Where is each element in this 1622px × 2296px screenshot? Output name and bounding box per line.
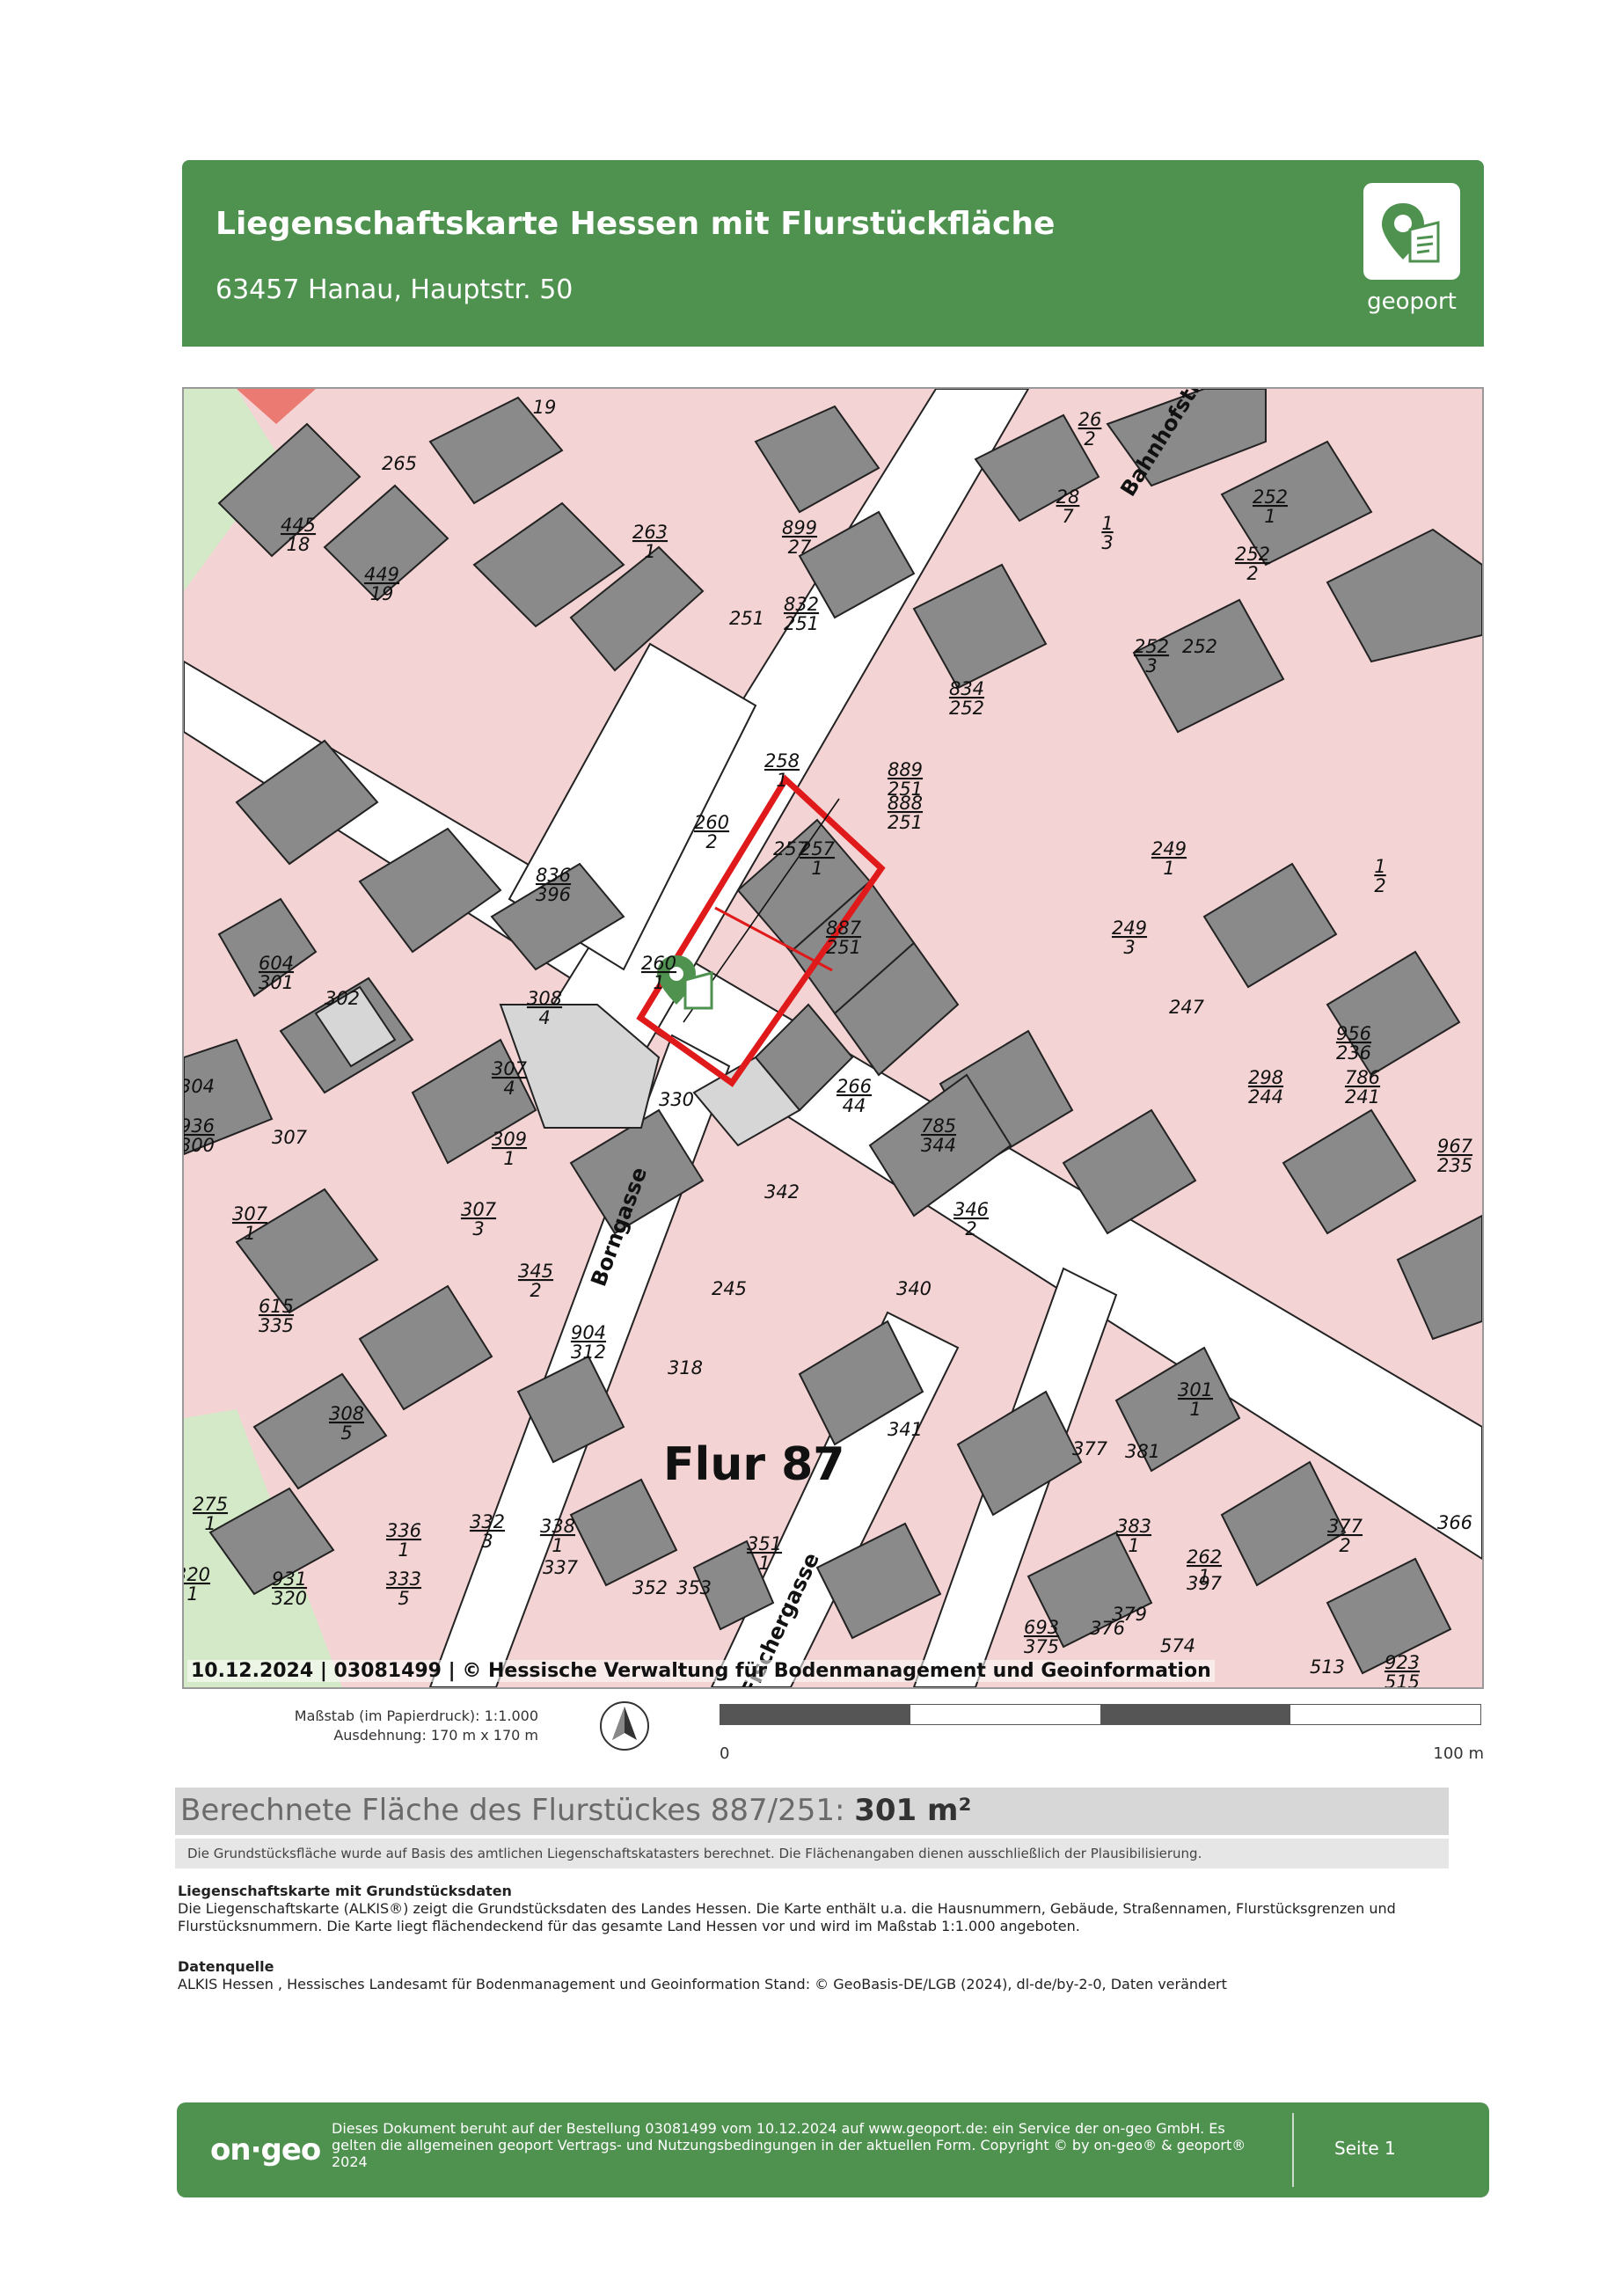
parcel-number-label: 265	[382, 453, 417, 474]
parcel-number-label: 693 375	[1024, 1617, 1059, 1657]
page-number: Seite 1	[1334, 2138, 1396, 2159]
parcel-number-label: 302	[325, 988, 360, 1009]
area-result-band: Berechnete Fläche des Flurstückes 887/25…	[175, 1788, 1449, 1835]
parcel-number-label: 307	[272, 1127, 308, 1148]
parcel-number-label: 304	[184, 1076, 215, 1097]
scale-end-label: 100 m	[1433, 1744, 1484, 1763]
parcel-number-label: 574	[1160, 1635, 1195, 1656]
parcel-number-label: 931 320	[272, 1568, 307, 1609]
parcel-number-label: 251	[729, 608, 764, 629]
extent-line: Ausdehnung: 170 m x 170 m	[333, 1727, 538, 1744]
scale-info: Maßstab (im Papierdruck): 1:1.000 Ausdeh…	[186, 1707, 538, 1745]
map-pin-document-icon	[1363, 183, 1460, 280]
area-heading: Berechnete Fläche des Flurstückes 887/25…	[180, 1793, 971, 1828]
parcel-number-label: 341	[888, 1419, 923, 1440]
parcel-number-label: 836 396	[536, 865, 571, 905]
parcel-number-label: 337	[543, 1557, 579, 1578]
section-heading: Datenquelle	[178, 1958, 274, 1975]
parcel-number-label: 615 335	[259, 1296, 294, 1336]
footer-divider	[1292, 2113, 1294, 2187]
section-liegenschaftskarte: Liegenschaftskarte mit Grundstücksdaten …	[178, 1883, 1453, 1935]
document-footer: on·geo Dieses Dokument beruht auf der Be…	[177, 2102, 1489, 2197]
cadastral-map[interactable]: Bahnhofstraße Borngasse Fischergasse Flu…	[182, 387, 1484, 1689]
map-attribution: 10.12.2024 | 03081499 | © Hessische Verw…	[187, 1660, 1215, 1682]
parcel-number-label: 967 235	[1437, 1136, 1473, 1176]
parcel-number-label: 330	[659, 1089, 694, 1110]
area-note: Die Grundstücksfläche wurde auf Basis de…	[175, 1839, 1449, 1868]
parcel-number-label: 318	[668, 1357, 703, 1378]
scale-start-label: 0	[720, 1744, 730, 1763]
address-line: 63457 Hanau, Hauptstr. 50	[216, 274, 574, 305]
parcel-number-label: 298 244	[1248, 1067, 1283, 1108]
document-title: Liegenschaftskarte Hessen mit Flurstückf…	[216, 206, 1056, 242]
area-heading-text: Berechnete Fläche des Flurstückes 887/25…	[180, 1793, 845, 1828]
parcel-number-label: 377	[1072, 1438, 1108, 1459]
parcel-number-label: 352	[632, 1577, 668, 1598]
section-body: ALKIS Hessen , Hessisches Landesamt für …	[178, 1976, 1227, 1993]
parcel-number-label: 832 251	[784, 594, 819, 634]
district-label: Flur 87	[663, 1438, 844, 1491]
parcel-number-label: 834 252	[949, 678, 984, 719]
parcel-number-label: 923 515	[1385, 1652, 1420, 1687]
north-arrow-icon	[598, 1700, 651, 1752]
parcel-number-label: 353	[676, 1577, 712, 1598]
parcel-number-label: 956 236	[1336, 1023, 1371, 1064]
parcel-number-label: 786 241	[1345, 1067, 1380, 1108]
parcel-number-label: 12	[1374, 856, 1385, 896]
parcel-number-label: 887 251	[826, 918, 862, 958]
section-datenquelle: Datenquelle ALKIS Hessen , Hessisches La…	[178, 1958, 1453, 1993]
parcel-number-label: 379	[1112, 1604, 1147, 1625]
parcel-number-label: 904 312	[571, 1322, 606, 1363]
parcel-number-label: 252	[1182, 636, 1217, 657]
map-canvas: Bahnhofstraße Borngasse Fischergasse Flu…	[184, 389, 1482, 1687]
parcel-number-label: 13	[1101, 513, 1113, 553]
parcel-number-label: 381	[1125, 1441, 1160, 1462]
parcel-number-label: 245	[712, 1278, 747, 1299]
area-value: 301 m²	[854, 1793, 972, 1828]
parcel-number-label: 340	[896, 1278, 932, 1299]
parcel-number-label: 513	[1310, 1656, 1345, 1678]
parcel-number-label: 604 301	[259, 953, 294, 993]
parcel-number-label: 247	[1169, 997, 1205, 1018]
scale-line: Maßstab (im Papierdruck): 1:1.000	[294, 1707, 538, 1724]
parcel-number-label: 342	[764, 1181, 800, 1203]
parcel-number-label: 19	[533, 397, 557, 418]
parcel-number-label: 888 251	[888, 793, 923, 833]
scale-bar	[720, 1704, 1481, 1725]
section-heading: Liegenschaftskarte mit Grundstücksdaten	[178, 1883, 512, 1899]
parcel-number-label: 366	[1437, 1512, 1472, 1533]
parcel-number-label: 936300	[184, 1115, 215, 1156]
logo-label: geoport	[1367, 289, 1457, 315]
section-body: Die Liegenschaftskarte (ALKIS®) zeigt di…	[178, 1900, 1396, 1934]
document-header: Liegenschaftskarte Hessen mit Flurstückf…	[182, 160, 1484, 347]
on-geo-logo: on·geo	[210, 2132, 321, 2168]
geoport-logo: geoport	[1359, 183, 1465, 333]
parcel-number-label: 785 344	[921, 1115, 956, 1156]
legal-notice: Dieses Dokument beruht auf der Bestellun…	[332, 2120, 1246, 2170]
